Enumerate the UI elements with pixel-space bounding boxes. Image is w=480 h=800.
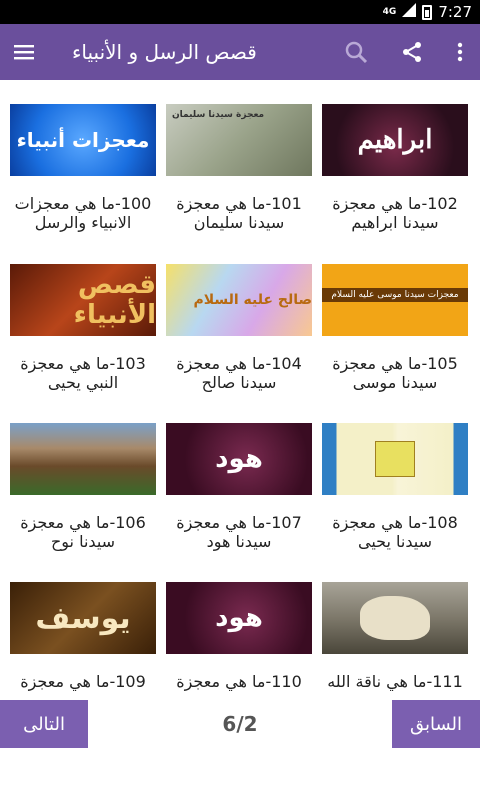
- overflow-menu-icon[interactable]: [440, 24, 480, 80]
- item-subtitle: النبي يحيى: [47, 373, 119, 392]
- signal-bars-icon: [402, 3, 417, 21]
- item-title: 106-ما هي معجزة: [20, 513, 146, 532]
- thumbnail: ابراهيم: [322, 104, 468, 176]
- thumbnail-caption: معجزات سيدنا موسى عليه السلام: [322, 288, 468, 302]
- battery-icon: [422, 4, 433, 20]
- stories-grid: معجزات أنبياء 100-ما هي معجزات الانبياء و…: [0, 104, 480, 700]
- item-subtitle: سيدنا يحيى: [358, 532, 432, 551]
- item-title: 100-ما هي معجزات: [14, 194, 152, 213]
- status-bar: 4G 7:27: [0, 0, 480, 24]
- item-subtitle: سيدنا موسى: [352, 373, 438, 392]
- thumbnail: معجزة سيدنا سليمان: [166, 104, 312, 176]
- thumbnail-caption: معجزة سيدنا سليمان: [172, 110, 265, 120]
- app-title: قصص الرسل و الأنبياء: [72, 40, 257, 64]
- thumbnail: صالح عليه السلام: [166, 264, 312, 336]
- item-subtitle: سيدنا سليمان: [193, 213, 285, 232]
- thumbnail: قصص الأنبياء: [10, 264, 156, 336]
- pagination-bar: التالى 6/2 السابق: [0, 700, 480, 748]
- item-title: 103-ما هي معجزة: [20, 354, 146, 373]
- item-title: 108-ما هي معجزة: [332, 513, 458, 532]
- item-title: 107-ما هي معجزة: [176, 513, 302, 532]
- item-subtitle: سيدنا نوح: [50, 532, 116, 551]
- list-item[interactable]: يوسف 109-ما هي معجزة: [10, 582, 156, 691]
- list-item[interactable]: هود 107-ما هي معجزة سيدنا هود: [166, 423, 312, 551]
- thumbnail: معجزات سيدنا موسى عليه السلام: [322, 264, 468, 336]
- signal-indicator: 4G: [382, 7, 397, 17]
- thumbnail-caption: صالح عليه السلام: [193, 292, 312, 308]
- list-item[interactable]: 106-ما هي معجزة سيدنا نوح: [10, 423, 156, 551]
- thumbnail: [10, 423, 156, 495]
- item-title: 101-ما هي معجزة: [176, 194, 302, 213]
- list-item[interactable]: معجزات أنبياء 100-ما هي معجزات الانبياء و…: [10, 104, 156, 232]
- list-item[interactable]: ابراهيم 102-ما هي معجزة سيدنا ابراهيم: [322, 104, 468, 232]
- share-icon[interactable]: [384, 24, 440, 80]
- item-subtitle: سيدنا هود: [206, 532, 272, 551]
- item-title: 105-ما هي معجزة: [332, 354, 458, 373]
- thumbnail: [322, 423, 468, 495]
- list-item[interactable]: 111-ما هي ناقة الله: [322, 582, 468, 691]
- list-item[interactable]: قصص الأنبياء 103-ما هي معجزة النبي يحيى: [10, 264, 156, 392]
- item-subtitle: الانبياء والرسل: [34, 213, 132, 232]
- thumbnail: يوسف: [10, 582, 156, 654]
- list-item[interactable]: صالح عليه السلام 104-ما هي معجزة سيدنا صا…: [166, 264, 312, 392]
- app-bar: قصص الرسل و الأنبياء: [0, 24, 480, 80]
- search-icon[interactable]: [328, 24, 384, 80]
- menu-icon[interactable]: [0, 24, 48, 80]
- item-title: 104-ما هي معجزة: [176, 354, 302, 373]
- item-title: 110-ما هي معجزة: [176, 672, 302, 691]
- item-subtitle: سيدنا صالح: [201, 373, 277, 392]
- item-title: 102-ما هي معجزة: [332, 194, 458, 213]
- thumbnail: [322, 582, 468, 654]
- list-item[interactable]: هود 110-ما هي معجزة: [166, 582, 312, 691]
- list-item[interactable]: 108-ما هي معجزة سيدنا يحيى: [322, 423, 468, 551]
- thumbnail-figure: [360, 596, 430, 640]
- thumbnail: هود: [166, 423, 312, 495]
- item-title: 111-ما هي ناقة الله: [327, 672, 463, 691]
- page-indicator: 6/2: [222, 712, 258, 736]
- thumbnail-box: [375, 441, 415, 477]
- next-button[interactable]: التالى: [0, 700, 88, 748]
- thumbnail: معجزات أنبياء: [10, 104, 156, 176]
- previous-button[interactable]: السابق: [392, 700, 480, 748]
- clock: 7:27: [438, 3, 472, 21]
- thumbnail: هود: [166, 582, 312, 654]
- list-item[interactable]: معجزات سيدنا موسى عليه السلام 105-ما هي …: [322, 264, 468, 392]
- item-title: 109-ما هي معجزة: [20, 672, 146, 691]
- list-item[interactable]: معجزة سيدنا سليمان 101-ما هي معجزة سيدنا …: [166, 104, 312, 232]
- item-subtitle: سيدنا ابراهيم: [351, 213, 439, 232]
